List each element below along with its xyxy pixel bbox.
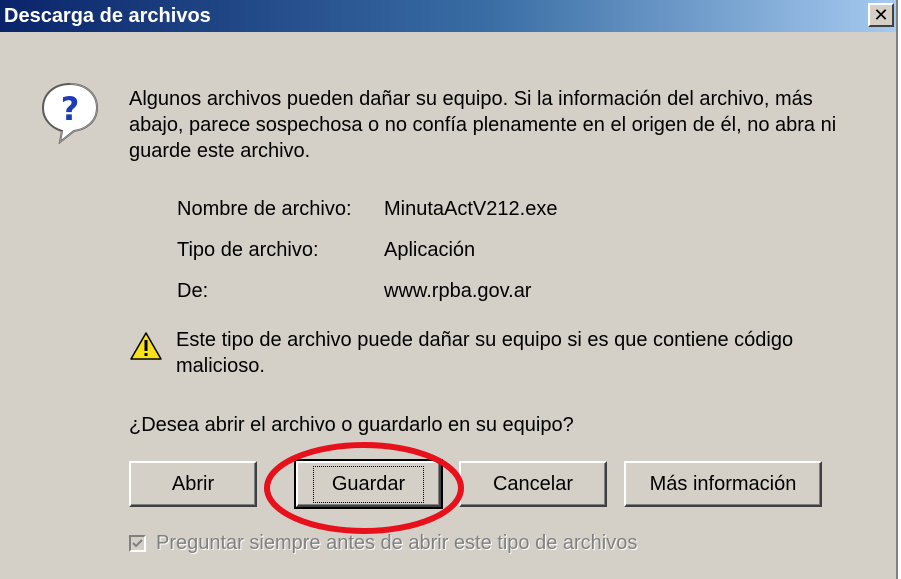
- svg-text:?: ?: [61, 90, 80, 128]
- more-info-button[interactable]: Más información: [624, 461, 822, 507]
- file-download-dialog: Descarga de archivos ✕ ? Algunos archivo…: [0, 0, 898, 579]
- title-bar[interactable]: Descarga de archivos ✕: [0, 0, 896, 32]
- open-button[interactable]: Abrir: [129, 461, 257, 507]
- always-ask-option[interactable]: Preguntar siempre antes de abrir este ti…: [129, 531, 637, 555]
- file-source-value: www.rpba.gov.ar: [384, 280, 532, 302]
- checkmark-icon: [132, 538, 143, 547]
- warning-icon: [129, 331, 163, 366]
- close-icon: ✕: [873, 4, 889, 26]
- file-type-value: Aplicación: [384, 239, 476, 261]
- save-button[interactable]: Guardar: [294, 459, 443, 509]
- download-question: ¿Desea abrir el archivo o guardarlo en s…: [129, 414, 574, 436]
- always-ask-label: Preguntar siempre antes de abrir este ti…: [156, 532, 638, 554]
- question-icon: ?: [38, 80, 102, 149]
- always-ask-checkbox[interactable]: [129, 534, 146, 552]
- file-source-label: De:: [177, 280, 209, 302]
- open-button-label: Abrir: [171, 472, 215, 495]
- cancel-button-label: Cancelar: [492, 472, 574, 495]
- security-message: Algunos archivos pueden dañar su equipo.…: [129, 88, 837, 162]
- file-type-label: Tipo de archivo:: [177, 239, 319, 261]
- cancel-button[interactable]: Cancelar: [459, 461, 607, 507]
- window-title: Descarga de archivos: [4, 5, 211, 27]
- file-name-value: MinutaActV212.exe: [384, 198, 558, 220]
- more-info-button-label: Más información: [649, 472, 797, 495]
- save-button-label: Guardar: [312, 465, 425, 503]
- file-name-label: Nombre de archivo:: [177, 198, 352, 220]
- close-button[interactable]: ✕: [868, 3, 894, 27]
- warning-text: Este tipo de archivo puede dañar su equi…: [176, 329, 794, 377]
